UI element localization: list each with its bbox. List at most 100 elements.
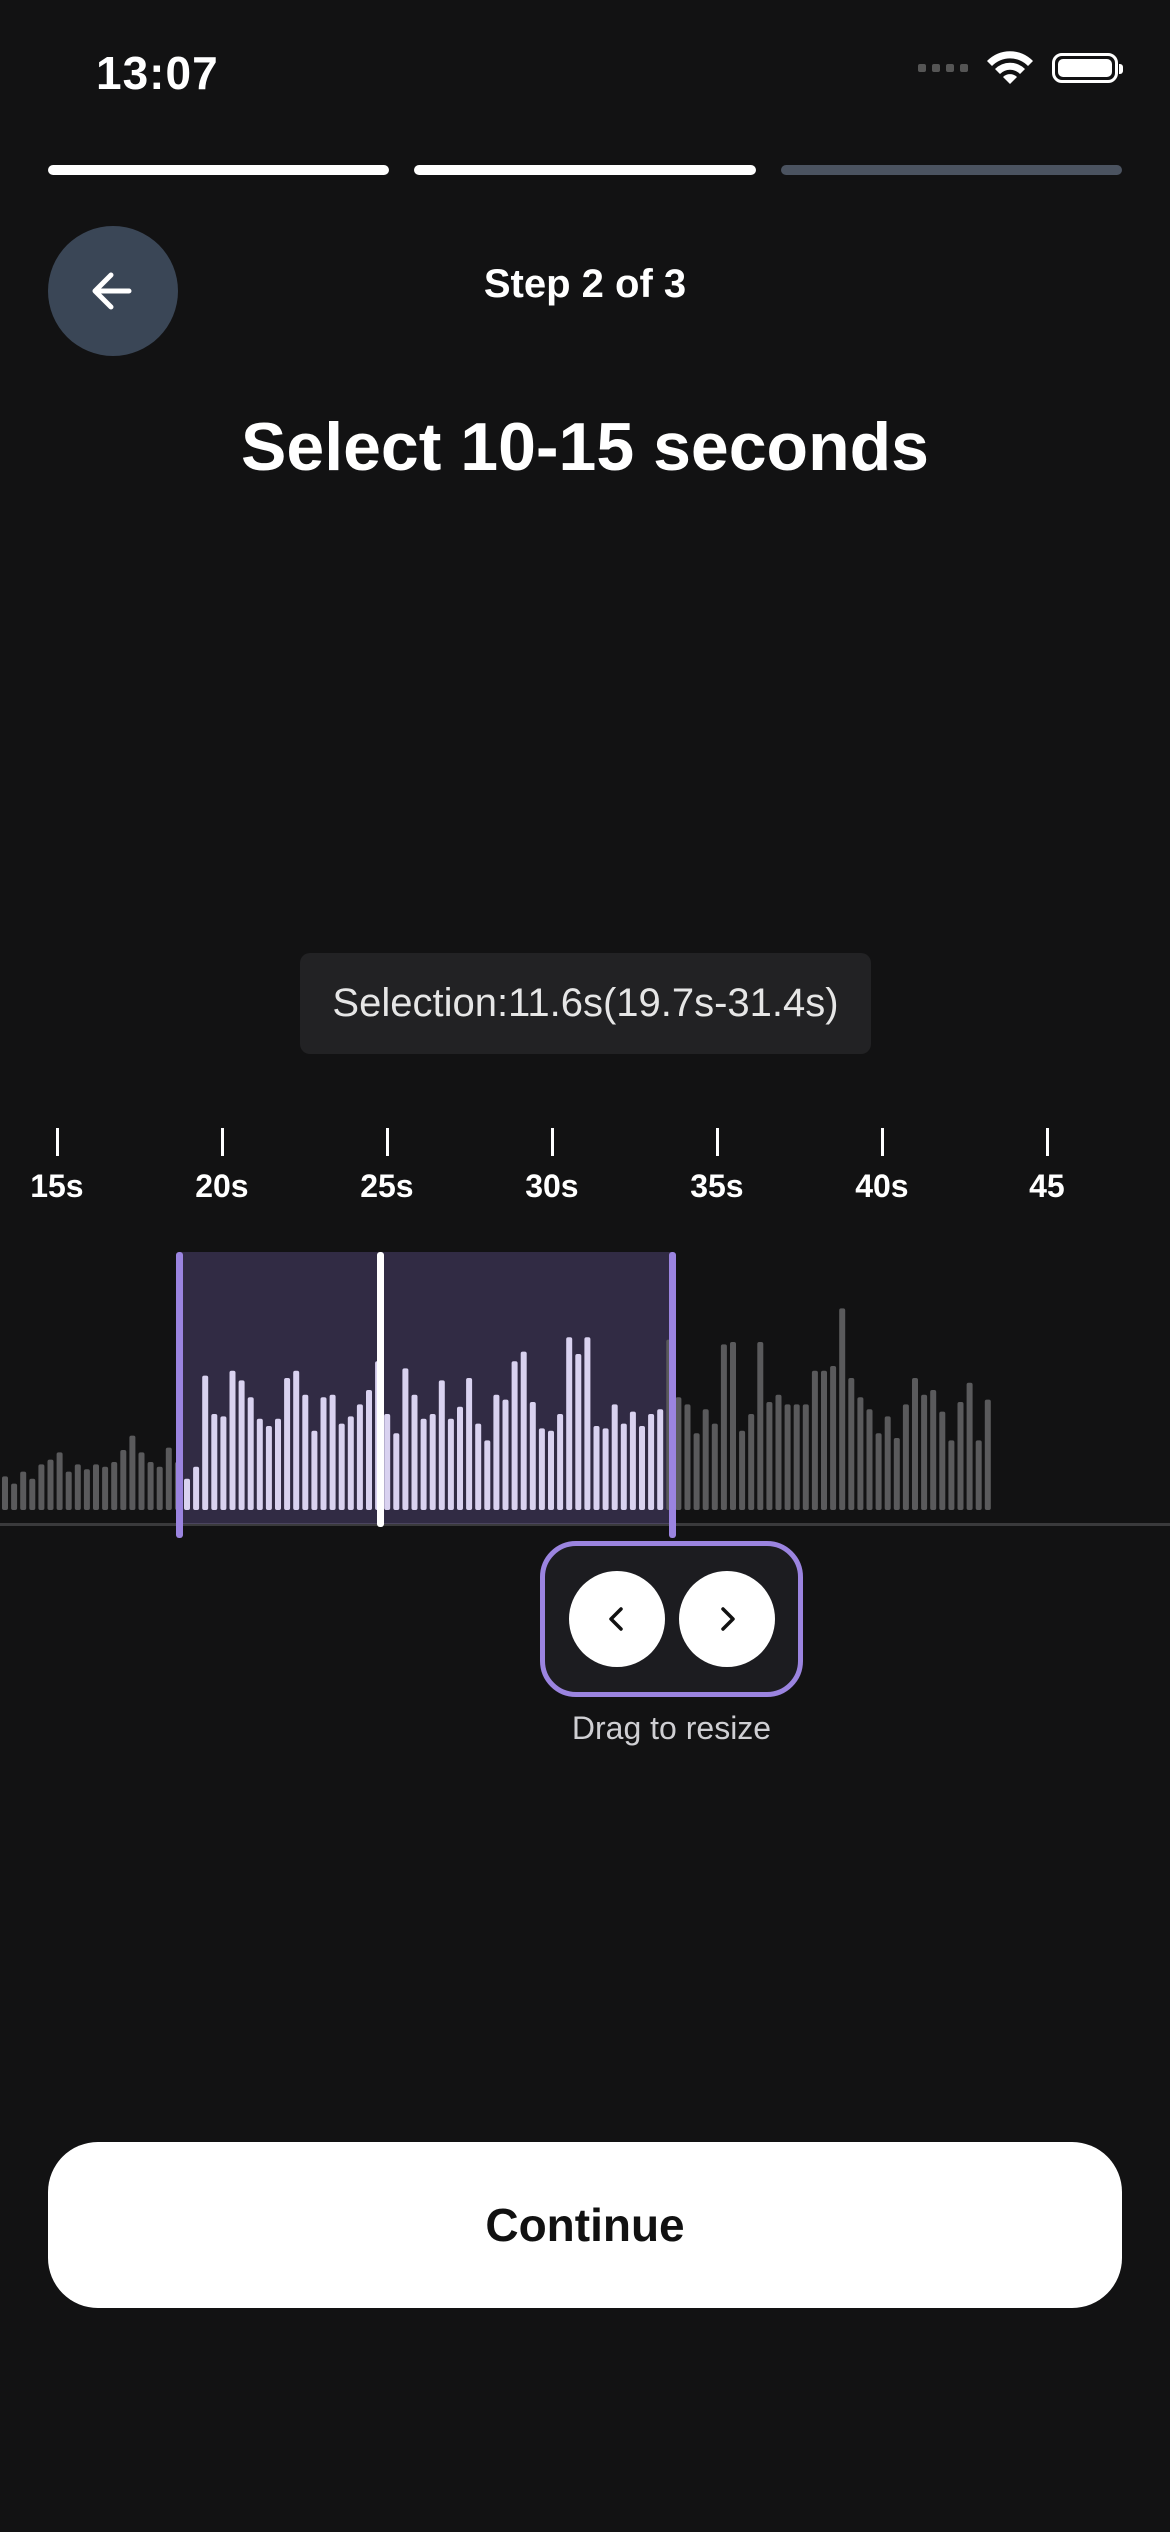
waveform-bar-selected <box>447 1418 454 1510</box>
timeline-tick-label: 25s <box>360 1168 414 1204</box>
timeline-tick <box>1045 1128 1049 1156</box>
waveform-bar <box>848 1378 855 1510</box>
waveform-bar <box>2 1476 8 1510</box>
waveform-bar <box>884 1416 891 1510</box>
waveform-bar-selected <box>302 1394 309 1510</box>
waveform-bar <box>47 1459 54 1510</box>
progress-segment-2 <box>414 165 756 175</box>
waveform-bar <box>921 1394 928 1510</box>
waveform-bar-selected <box>229 1370 236 1510</box>
waveform-bar <box>120 1450 127 1510</box>
selection-end-handle[interactable] <box>669 1252 676 1538</box>
waveform-bar-selected <box>193 1466 200 1510</box>
waveform-bar-selected <box>311 1430 318 1510</box>
waveform-bar <box>65 1471 72 1510</box>
waveform-bar-selected <box>538 1428 545 1510</box>
waveform-bar <box>11 1483 18 1510</box>
waveform-bar-selected <box>520 1351 527 1510</box>
waveform-bar-selected <box>366 1390 372 1510</box>
waveform-bar-selected <box>284 1378 291 1510</box>
waveform-bar-selected <box>629 1411 636 1510</box>
waveform-bar-selected <box>584 1337 591 1510</box>
waveform-bar <box>866 1409 873 1510</box>
waveform-bar-selected <box>293 1370 300 1510</box>
waveform-bar <box>830 1366 837 1510</box>
waveform-bar-selected <box>557 1414 564 1510</box>
waveform-bar <box>93 1464 99 1510</box>
waveform-bar-selected <box>493 1394 500 1510</box>
waveform-bar-selected <box>356 1404 363 1510</box>
waveform-bar-selected <box>602 1428 609 1510</box>
waveform-bar <box>20 1471 27 1510</box>
waveform-bar <box>165 1447 172 1510</box>
continue-button[interactable]: Continue <box>48 2142 1122 2308</box>
waveform-bar-selected <box>247 1397 254 1510</box>
waveform-bar <box>802 1404 809 1510</box>
progress-segment-3 <box>780 165 1122 175</box>
waveform-bar-selected <box>593 1426 600 1510</box>
waveform-bar-selected <box>502 1399 509 1510</box>
waveform-bar <box>821 1370 827 1510</box>
timeline-tick-label: 35s <box>690 1168 744 1204</box>
waveform-bar-selected <box>275 1418 281 1510</box>
timeline-tick <box>880 1128 884 1156</box>
waveform-bar-selected <box>320 1397 327 1510</box>
step-progress <box>48 165 1122 175</box>
extend-button[interactable] <box>678 1571 775 1667</box>
waveform-bar <box>38 1464 45 1510</box>
waveform-bar <box>83 1469 90 1510</box>
step-label: Step 2 of 3 <box>483 262 687 306</box>
timeline-tick <box>550 1128 554 1156</box>
timeline-tick <box>715 1128 719 1156</box>
waveform-bar <box>839 1308 846 1510</box>
waveform-bar-selected <box>338 1423 345 1510</box>
status-time: 13:07 <box>96 47 219 99</box>
timeline-tick-label: 15s <box>30 1168 84 1204</box>
waveform-bar-selected <box>475 1423 482 1510</box>
waveform-bar-selected <box>211 1414 218 1510</box>
resize-handle[interactable] <box>540 1541 803 1697</box>
timeline-tick-label: 45 <box>1029 1168 1065 1204</box>
waveform-bar <box>129 1435 136 1510</box>
progress-segment-1 <box>48 165 390 175</box>
timeline-tick <box>385 1128 389 1156</box>
waveform-bar <box>912 1378 918 1510</box>
waveform-bar-selected <box>639 1426 645 1510</box>
cellular-signal-icon <box>918 64 968 72</box>
waveform-bar-selected <box>548 1430 554 1510</box>
waveform-bar-selected <box>484 1440 491 1510</box>
waveform-bar-selected <box>256 1418 263 1510</box>
waveform-bar-selected <box>457 1406 463 1510</box>
chevron-right-icon <box>720 1607 735 1631</box>
waveform-bar <box>29 1478 36 1510</box>
timeline-tick-label: 40s <box>855 1168 909 1204</box>
shrink-button[interactable] <box>568 1571 665 1667</box>
waveform-bar-selected <box>620 1423 627 1510</box>
waveform-bar <box>939 1411 946 1510</box>
selection-start-handle[interactable] <box>176 1252 183 1538</box>
waveform-bar-selected <box>566 1337 573 1510</box>
waveform-bar-selected <box>648 1414 655 1510</box>
waveform-bar-selected <box>511 1361 518 1510</box>
selection-summary: Selection:11.6s(19.7s-31.4s) <box>300 953 871 1054</box>
waveform-bar <box>784 1404 791 1510</box>
waveform-bar <box>957 1402 964 1510</box>
waveform-bar <box>739 1430 746 1510</box>
waveform-bar-selected <box>393 1433 400 1510</box>
waveform-bar <box>56 1452 63 1510</box>
waveform-bar <box>730 1342 736 1510</box>
waveform-bar <box>156 1466 163 1510</box>
status-icons <box>918 50 1123 86</box>
screen: 13:07 Step 2 of 3 Select 10-15 seconds S… <box>0 0 1170 2532</box>
waveform-bar <box>684 1404 691 1510</box>
resize-hint: Drag to resize <box>571 1710 772 1746</box>
waveform-bar <box>966 1382 973 1510</box>
waveform-bar-selected <box>575 1354 582 1510</box>
waveform-bar <box>111 1462 118 1510</box>
waveform-bar <box>748 1414 755 1510</box>
timeline-tick-label: 20s <box>195 1168 249 1204</box>
playhead[interactable] <box>377 1252 384 1527</box>
waveform-bar-selected <box>220 1416 227 1510</box>
page-title: Select 10-15 seconds <box>241 409 929 485</box>
waveform-bar <box>138 1452 145 1510</box>
